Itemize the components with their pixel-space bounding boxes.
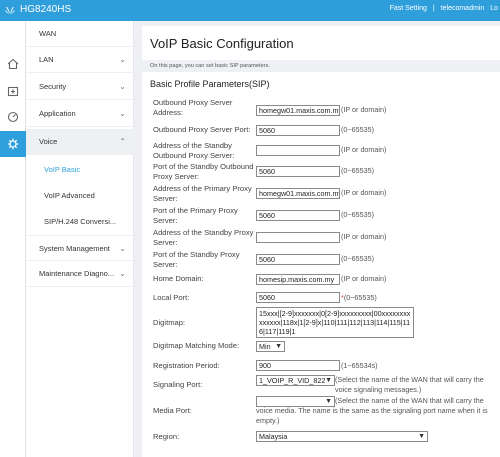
home-nav[interactable] [0, 51, 26, 77]
standby-proxy-port-label: Port of the Standby Proxy Server: [153, 250, 240, 269]
page-title: VoIP Basic Configuration [150, 36, 294, 51]
digitmap-mode-value: Min [259, 342, 271, 351]
chevron-down-icon: ⌄ [119, 55, 126, 64]
fast-setting-link[interactable]: Fast Setting [390, 5, 427, 12]
sidebar-item-security[interactable]: Security ⌄ [26, 74, 134, 100]
sidebar-item-wan[interactable]: WAN [26, 21, 134, 47]
local-port-note: *(0~65535) [341, 293, 377, 303]
registration-period-input[interactable]: 900 [256, 360, 340, 371]
region-select[interactable]: Malaysia ▼ [256, 431, 428, 442]
sidebar-item-system-management[interactable]: System Management ⌄ [26, 235, 134, 261]
sidebar-item-label: VoIP Advanced [44, 191, 95, 200]
standby-proxy-port-input[interactable]: 5060 [256, 254, 340, 265]
sidebar-item-lan[interactable]: LAN ⌄ [26, 47, 134, 73]
chevron-up-icon: ⌃ [119, 137, 126, 146]
signaling-port-note: (Select the name of the WAN that will ca… [335, 375, 484, 394]
home-domain-label: Home Domain: [153, 274, 204, 283]
chevron-down-icon: ▼ [275, 343, 282, 350]
standby-outbound-address-label: Address of the Standby Outbound Proxy Se… [153, 141, 235, 160]
standby-outbound-port-label: Port of the Standby Outbound Proxy Serve… [153, 162, 254, 181]
icon-bar [0, 21, 26, 457]
sidebar-item-label: LAN [39, 55, 54, 64]
sidebar-item-maintenance-diagnosis[interactable]: Maintenance Diagno... ⌄ [26, 261, 134, 287]
section-title: Basic Profile Parameters(SIP) [150, 79, 270, 89]
outbound-proxy-address-input[interactable]: homegw01.maxis.com.my [256, 105, 340, 116]
standby-proxy-address-note: (IP or domain) [341, 232, 387, 241]
home-icon [7, 58, 19, 70]
standby-outbound-port-input[interactable]: 5060 [256, 166, 340, 177]
local-port-range: (0~65535) [343, 293, 377, 302]
page-description: On this page, you can set basic SIP para… [142, 60, 500, 72]
sidebar-item-sip-h248-conversion[interactable]: SIP/H.248 Conversi... [26, 209, 134, 235]
sidebar-item-voip-advanced[interactable]: VoIP Advanced [26, 183, 134, 209]
huawei-logo-icon [5, 6, 15, 14]
signaling-port-select[interactable]: 1_VOIP_R_VID_822 ▼ [256, 375, 335, 386]
add-box-icon [7, 86, 19, 97]
user-name[interactable]: telecomadmin [441, 5, 485, 12]
primary-proxy-address-label: Address of the Primary Proxy Server: [153, 184, 252, 203]
chevron-down-icon: ⌄ [119, 82, 126, 91]
chevron-down-icon: ▼ [325, 377, 332, 384]
status-nav[interactable] [0, 104, 26, 130]
logout-link[interactable]: Lo [490, 5, 498, 12]
sidebar-item-label: Voice [39, 137, 58, 146]
signaling-port-value: 1_VOIP_R_VID_822 [259, 376, 326, 385]
sidebar-item-label: Application [39, 109, 76, 118]
brand-name: HG8240HS [20, 4, 72, 15]
chevron-down-icon: ⌄ [119, 109, 126, 118]
sidebar-item-label: Security [39, 82, 67, 91]
standby-proxy-port-note: (0~65535) [341, 254, 374, 263]
signaling-port-label: Signaling Port: [153, 380, 203, 389]
standby-outbound-address-input[interactable] [256, 145, 340, 156]
primary-proxy-port-input[interactable]: 5060 [256, 210, 340, 221]
advanced-nav[interactable] [0, 78, 26, 104]
sidebar-item-application[interactable]: Application ⌄ [26, 101, 134, 127]
outbound-proxy-port-note: (0~65535) [341, 125, 374, 134]
standby-proxy-address-label: Address of the Standby Proxy Server: [153, 228, 254, 247]
outbound-proxy-address-note: (IP or domain) [341, 105, 387, 114]
sidebar-item-label: System Management [39, 244, 110, 253]
brand-logo: HG8240HS [4, 4, 71, 15]
sidebar-item-label: WAN [39, 29, 57, 38]
chevron-down-icon: ▼ [418, 433, 425, 440]
dashboard-gauge-icon [7, 111, 19, 123]
gear-icon [7, 138, 19, 150]
local-port-input[interactable]: 5060 [256, 292, 340, 303]
main-content: VoIP Basic Configuration On this page, y… [142, 26, 500, 457]
digitmap-mode-label: Digitmap Matching Mode: [153, 341, 240, 350]
local-port-label: Local Port: [153, 293, 190, 302]
sidebar-item-voice[interactable]: Voice ⌃ [26, 129, 134, 155]
top-bar: HG8240HS Fast Setting | telecomadmin Lo [0, 0, 500, 21]
region-value: Malaysia [259, 432, 288, 441]
sidebar-item-label: VoIP Basic [44, 165, 81, 174]
region-label: Region: [153, 432, 180, 441]
standby-outbound-address-note: (IP or domain) [341, 145, 387, 154]
primary-proxy-address-note: (IP or domain) [341, 188, 387, 197]
standby-outbound-port-note: (0~65535) [341, 166, 374, 175]
standby-proxy-address-input[interactable] [256, 232, 340, 243]
chevron-down-icon: ⌄ [119, 244, 126, 253]
header-separator: | [432, 5, 435, 12]
settings-nav[interactable] [0, 131, 26, 157]
primary-proxy-address-input[interactable]: homegw01.maxis.com.my [256, 188, 340, 199]
sidebar-menu: WAN LAN ⌄ Security ⌄ Application ⌄ Voice… [26, 21, 134, 457]
registration-period-label: Registration Period: [153, 361, 220, 370]
outbound-proxy-port-label: Outbound Proxy Server Port: [153, 125, 251, 134]
outbound-proxy-port-input[interactable]: 5060 [256, 125, 340, 136]
sidebar-item-label: Maintenance Diagno... [39, 269, 115, 278]
digitmap-textarea[interactable]: 15xxx|[2-9]xxxxxxx|0[2-9]xxxxxxxxx|00xxx… [256, 307, 414, 338]
home-domain-input[interactable]: homesip.maxis.com.my [256, 274, 340, 285]
outbound-proxy-address-label: Outbound Proxy Server Address: [153, 98, 233, 117]
primary-proxy-port-label: Port of the Primary Proxy Server: [153, 206, 238, 225]
sidebar-item-label: SIP/H.248 Conversi... [44, 217, 117, 226]
digitmap-label: Digitmap: [153, 318, 186, 327]
digitmap-mode-select[interactable]: Min ▼ [256, 341, 285, 352]
chevron-down-icon: ⌄ [119, 269, 126, 278]
registration-period-note: (1~65534s) [341, 361, 378, 370]
sidebar-item-voip-basic[interactable]: VoIP Basic [26, 157, 134, 183]
home-domain-note: (IP or domain) [341, 274, 387, 283]
primary-proxy-port-note: (0~65535) [341, 210, 374, 219]
media-port-note: (Select the name of the WAN that will ca… [256, 396, 488, 425]
media-port-label: Media Port: [153, 406, 192, 415]
